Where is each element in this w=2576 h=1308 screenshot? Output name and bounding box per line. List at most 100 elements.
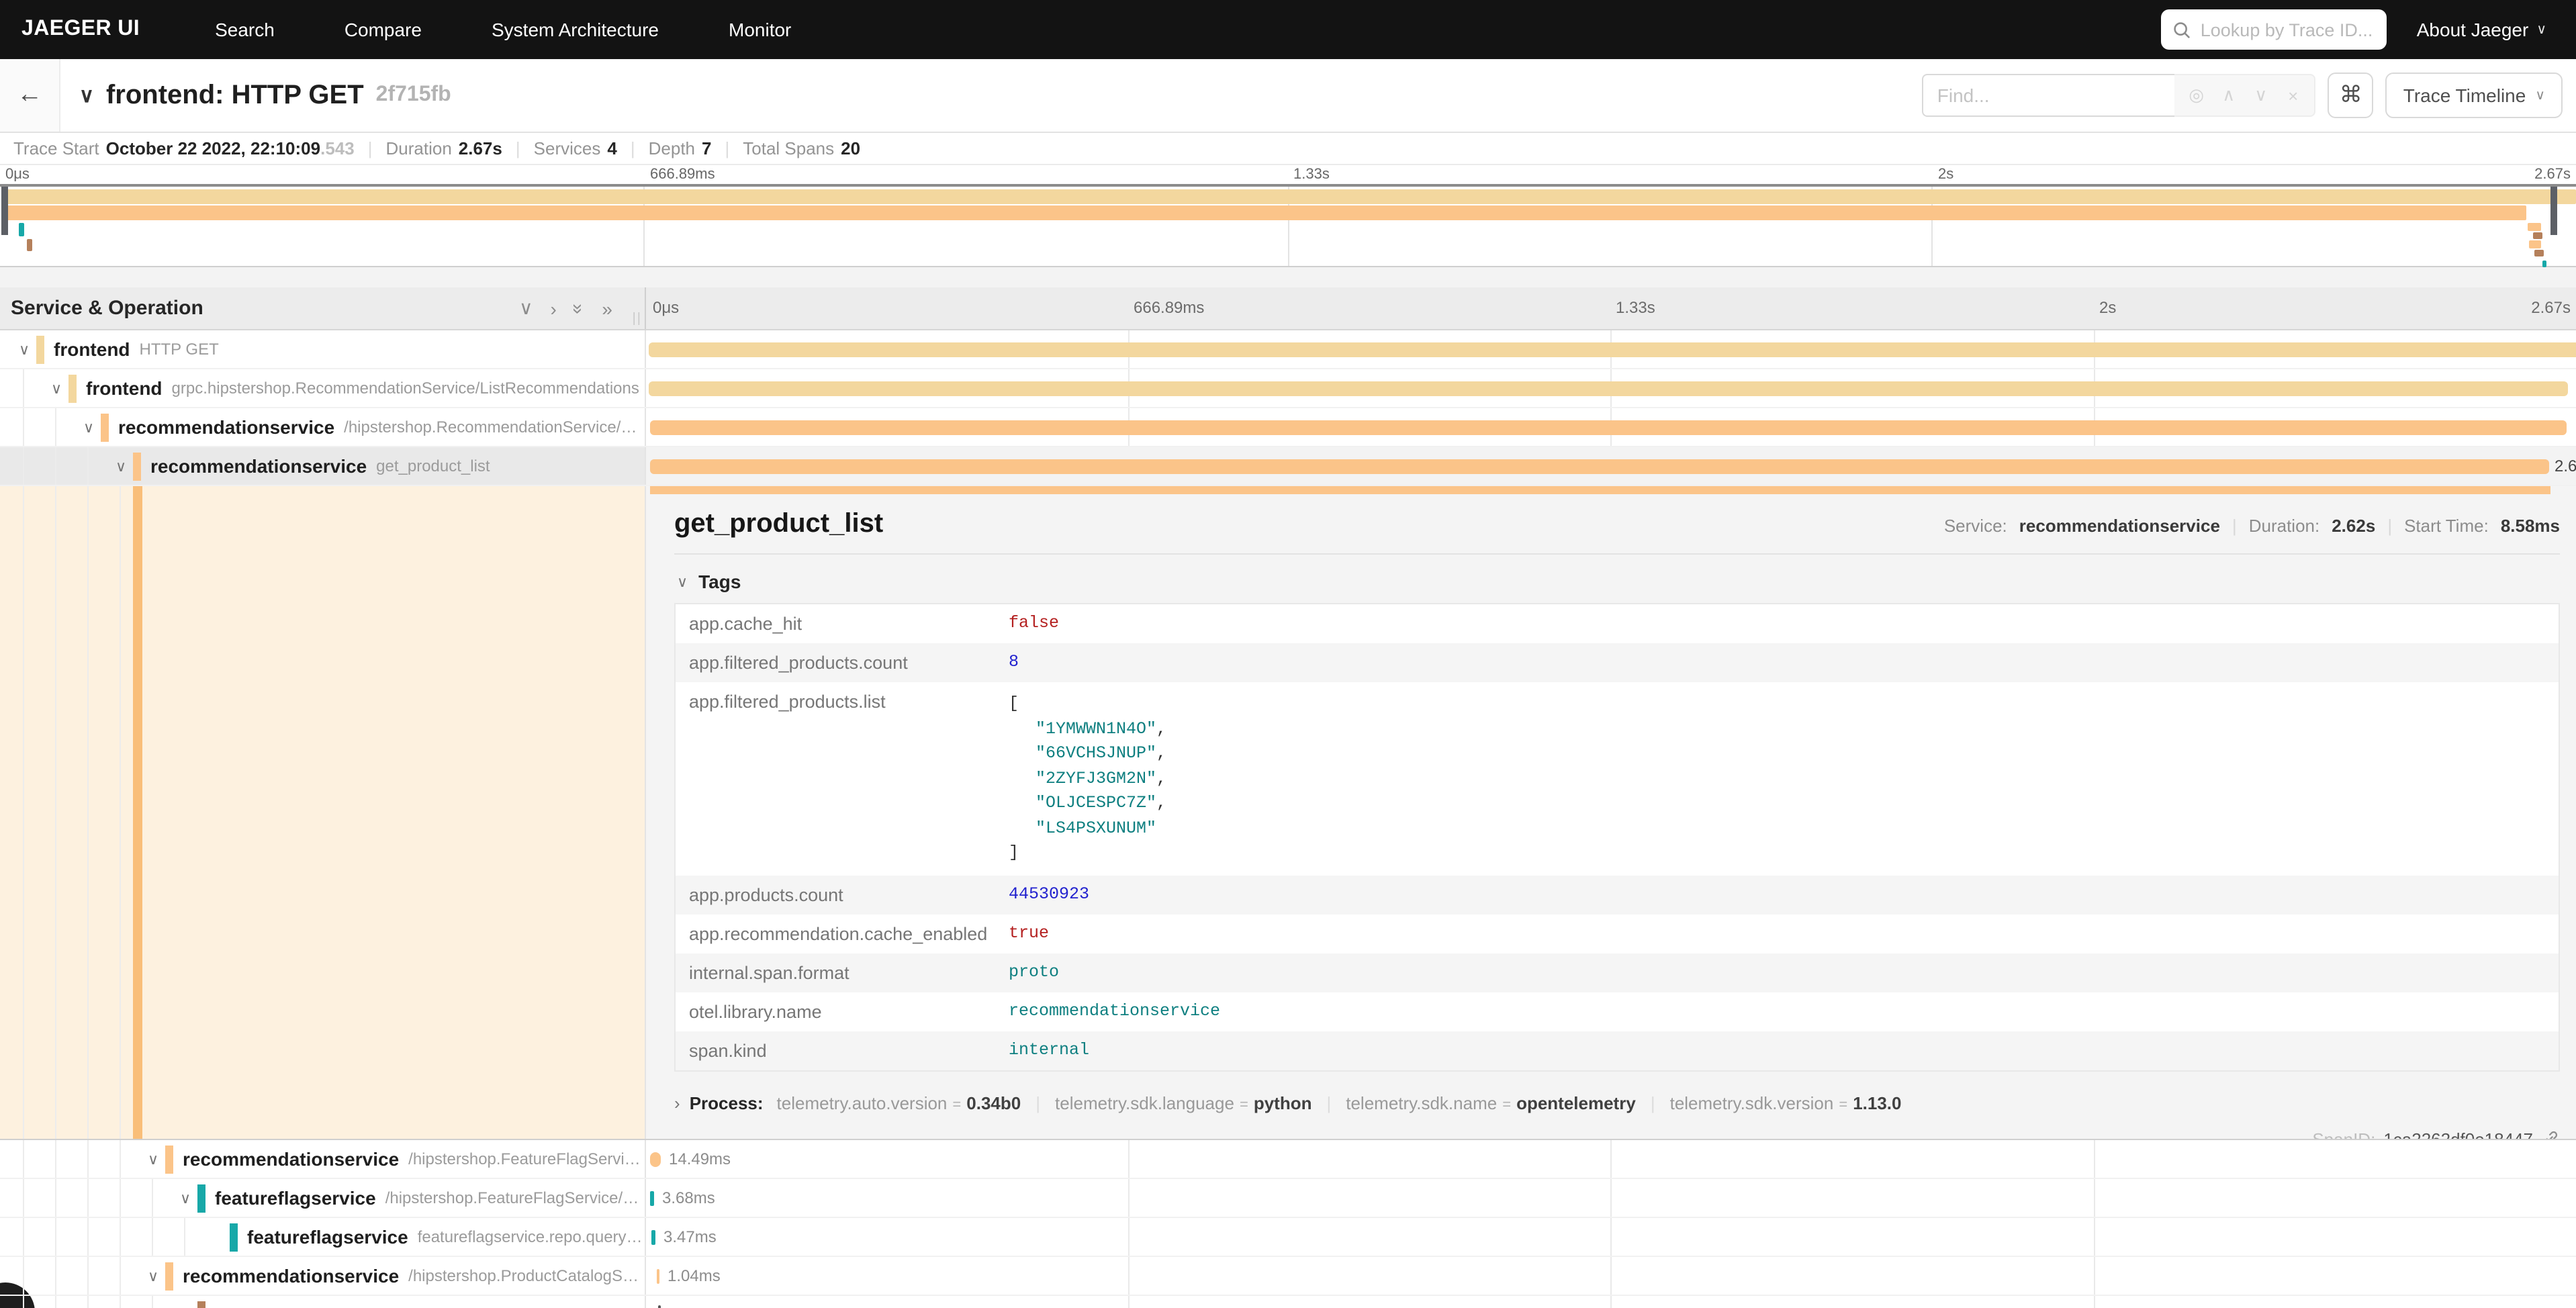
trace-page-header: ← ∨ frontend: HTTP GET 2f715fb ◎ ∧ ∨ × ⌘…: [0, 59, 2576, 133]
span-row-recommendation-featureflag[interactable]: ∨ recommendationservice /hipstershop.Fea…: [0, 1140, 2576, 1179]
find-next-icon[interactable]: ∨: [2245, 85, 2277, 106]
span-id-value: 1ca2262df0e18447: [2383, 1129, 2533, 1139]
tag-row[interactable]: app.cache_hit false: [676, 604, 2559, 643]
find-clear-icon[interactable]: ×: [2277, 85, 2309, 105]
tag-row[interactable]: internal.span.format proto: [676, 953, 2559, 992]
keyboard-shortcuts-button[interactable]: ⌘: [2328, 73, 2374, 118]
span-detail-title: get_product_list: [674, 509, 1944, 540]
expand-all-icon[interactable]: »: [602, 297, 612, 319]
back-arrow-icon: ←: [17, 81, 42, 110]
nav-item-search[interactable]: Search: [180, 19, 310, 40]
span-bar[interactable]: [650, 1191, 654, 1206]
tag-row[interactable]: app.filtered_products.count 8: [676, 643, 2559, 682]
span-row-featureflag-get[interactable]: ∨ featureflagservice /hipstershop.Featur…: [0, 1179, 2576, 1218]
span-row-partial[interactable]: [0, 1296, 2576, 1308]
process-section-toggle[interactable]: › Process: telemetry.auto.version=0.34b0…: [674, 1092, 2560, 1113]
minimap-left-handle[interactable]: [1, 187, 8, 235]
tag-row[interactable]: otel.library.name recommendationservice: [676, 992, 2559, 1031]
span-row-recommendation-list[interactable]: ∨ recommendationservice /hipstershop.Rec…: [0, 408, 2576, 447]
service-color-swatch: [101, 413, 109, 441]
chevron-down-icon: ∨: [2536, 22, 2546, 37]
trace-id-lookup[interactable]: Lookup by Trace ID...: [2162, 9, 2387, 50]
span-bar[interactable]: [649, 342, 2576, 357]
span-rows-top: ∨ frontend HTTP GET ∨ frontend grpc.hips…: [0, 330, 2576, 486]
minimap-span-frontend: [4, 189, 2576, 204]
minimap-ruler: 0μs 666.89ms 1.33s 2s 2.67s: [0, 165, 2576, 184]
collapse-all-icon[interactable]: »: [569, 303, 590, 314]
span-duration-label: 2.62s: [2555, 457, 2576, 475]
span-row-featureflag-repo-query[interactable]: featureflagservice featureflagservice.re…: [0, 1218, 2576, 1257]
span-id-row: SpanID: 1ca2262df0e18447: [674, 1129, 2560, 1139]
nav-item-system-architecture[interactable]: System Architecture: [457, 19, 694, 40]
span-row-frontend-grpc[interactable]: ∨ frontend grpc.hipstershop.Recommendati…: [0, 369, 2576, 408]
find-group: ◎ ∧ ∨ ×: [1923, 74, 2316, 117]
collapse-span-icon[interactable]: ∨: [176, 1189, 195, 1207]
expand-one-icon[interactable]: ›: [550, 297, 556, 319]
nav-item-compare[interactable]: Compare: [310, 19, 457, 40]
collapse-span-icon[interactable]: ∨: [144, 1150, 163, 1168]
collapse-span-icon[interactable]: ∨: [111, 457, 130, 475]
detail-service-value: recommendationservice: [2019, 516, 2220, 536]
span-row-frontend-http-get[interactable]: ∨ frontend HTTP GET: [0, 330, 2576, 369]
jaeger-logo[interactable]: JAEGER UI: [21, 17, 140, 42]
trace-id-short: 2f715fb: [376, 83, 451, 107]
trace-duration-value: 2.67s: [459, 138, 502, 158]
service-operation-header: Service & Operation: [11, 297, 519, 320]
span-bar[interactable]: [650, 1152, 661, 1167]
tag-row[interactable]: span.kind internal: [676, 1031, 2559, 1070]
span-detail-meta: Service:recommendationservice | Duration…: [1944, 516, 2560, 536]
nav-item-monitor[interactable]: Monitor: [694, 19, 826, 40]
tag-row[interactable]: app.filtered_products.list [ "1YMWWN1N4O…: [676, 682, 2559, 875]
trace-start-value: October 22 2022, 22:10:09: [106, 138, 320, 158]
detail-duration-value: 2.62s: [2332, 516, 2375, 536]
collapse-trace-icon[interactable]: ∨: [79, 83, 94, 107]
find-input[interactable]: [1923, 74, 2175, 117]
services-count: 4: [607, 138, 616, 158]
trace-minimap[interactable]: [0, 184, 2576, 267]
find-prev-icon[interactable]: ∧: [2213, 85, 2245, 106]
span-bar[interactable]: [651, 1230, 655, 1245]
span-bar[interactable]: [650, 420, 2567, 435]
collapse-span-icon[interactable]: ∨: [15, 340, 34, 358]
chevron-right-icon: ›: [674, 1092, 680, 1113]
depth-value: 7: [702, 138, 711, 158]
service-color-swatch: [133, 452, 141, 480]
collapse-span-icon[interactable]: ∨: [79, 418, 98, 436]
minimap-right-handle[interactable]: [2550, 187, 2557, 235]
column-resizer[interactable]: ||: [633, 312, 642, 326]
service-color-swatch: [165, 1145, 173, 1173]
find-controls: ◎ ∧ ∨ ×: [2175, 74, 2316, 117]
span-row-get-product-list-selected[interactable]: ∨ recommendationservice get_product_list…: [0, 447, 2576, 486]
span-bar-selected[interactable]: [650, 459, 2549, 474]
deep-link-icon[interactable]: [2541, 1129, 2560, 1139]
trace-view-selector[interactable]: Trace Timeline ∨: [2386, 73, 2563, 118]
span-bar[interactable]: [658, 1305, 661, 1308]
minimap-span-recommendation: [4, 205, 2526, 220]
span-bar[interactable]: [649, 381, 2568, 396]
minimap-span-productcatalog: [27, 239, 32, 251]
service-color-swatch: [197, 1184, 205, 1212]
chevron-down-icon: ∨: [677, 573, 688, 590]
about-jaeger-menu[interactable]: About Jaeger ∨: [2417, 19, 2546, 40]
span-rows-bottom: ∨ recommendationservice /hipstershop.Fea…: [0, 1140, 2576, 1308]
minimap-gap: [0, 267, 2576, 287]
span-bar[interactable]: [657, 1269, 659, 1284]
minimap-span-featureflag: [19, 223, 24, 236]
tag-row[interactable]: app.recommendation.cache_enabled true: [676, 914, 2559, 953]
span-detail-left-column: [0, 486, 646, 1139]
trace-summary-bar: Trace Start October 22 2022, 22:10:09 .5…: [0, 133, 2576, 165]
timeline-ruler: 0μs 666.89ms 1.33s 2s 2.67s: [646, 287, 2576, 329]
collapse-span-icon[interactable]: ∨: [144, 1267, 163, 1284]
collapse-span-icon[interactable]: ∨: [47, 379, 66, 397]
detail-start-value: 8.58ms: [2501, 516, 2560, 536]
trace-id-lookup-placeholder: Lookup by Trace ID...: [2201, 19, 2373, 40]
service-color-swatch: [197, 1301, 205, 1308]
top-nav: JAEGER UI Search Compare System Architec…: [0, 0, 2576, 59]
locate-icon[interactable]: ◎: [2180, 85, 2213, 106]
back-button[interactable]: ←: [0, 59, 60, 132]
span-detail-color-stripe: [133, 486, 142, 1139]
timeline-header: Service & Operation ∨ › » » || 0μs 666.8…: [0, 287, 2576, 330]
tag-row[interactable]: app.products.count 44530923: [676, 875, 2559, 914]
collapse-one-icon[interactable]: ∨: [519, 297, 533, 320]
tags-section-toggle[interactable]: ∨ Tags: [677, 571, 2560, 592]
